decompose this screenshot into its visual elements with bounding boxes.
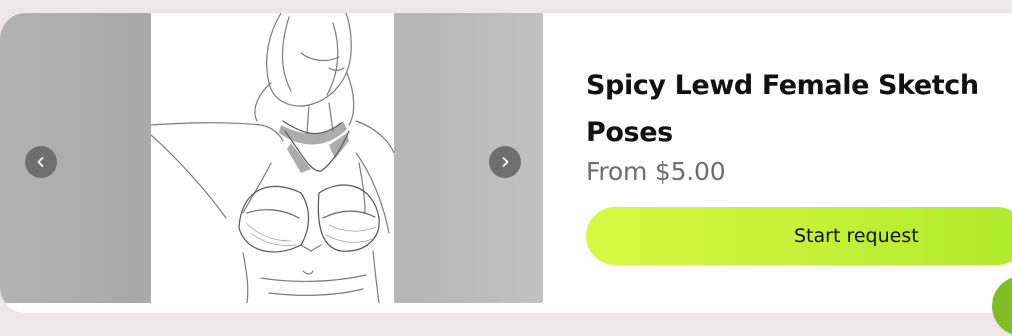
image-carousel (0, 13, 543, 303)
carousel-image[interactable] (151, 13, 394, 303)
carousel-next-button[interactable] (489, 146, 521, 178)
listing-price: From $5.00 (586, 157, 726, 186)
chevron-right-icon (502, 157, 509, 167)
chevron-left-icon (37, 157, 44, 167)
listing-card: Spicy Lewd Female Sketch Poses From $5.0… (0, 13, 1012, 313)
start-request-label: Start request (794, 225, 919, 247)
start-request-button[interactable]: Start request (586, 207, 1012, 265)
sketch-image (151, 13, 394, 303)
carousel-prev-button[interactable] (25, 146, 57, 178)
listing-title: Spicy Lewd Female Sketch Poses (586, 70, 979, 148)
